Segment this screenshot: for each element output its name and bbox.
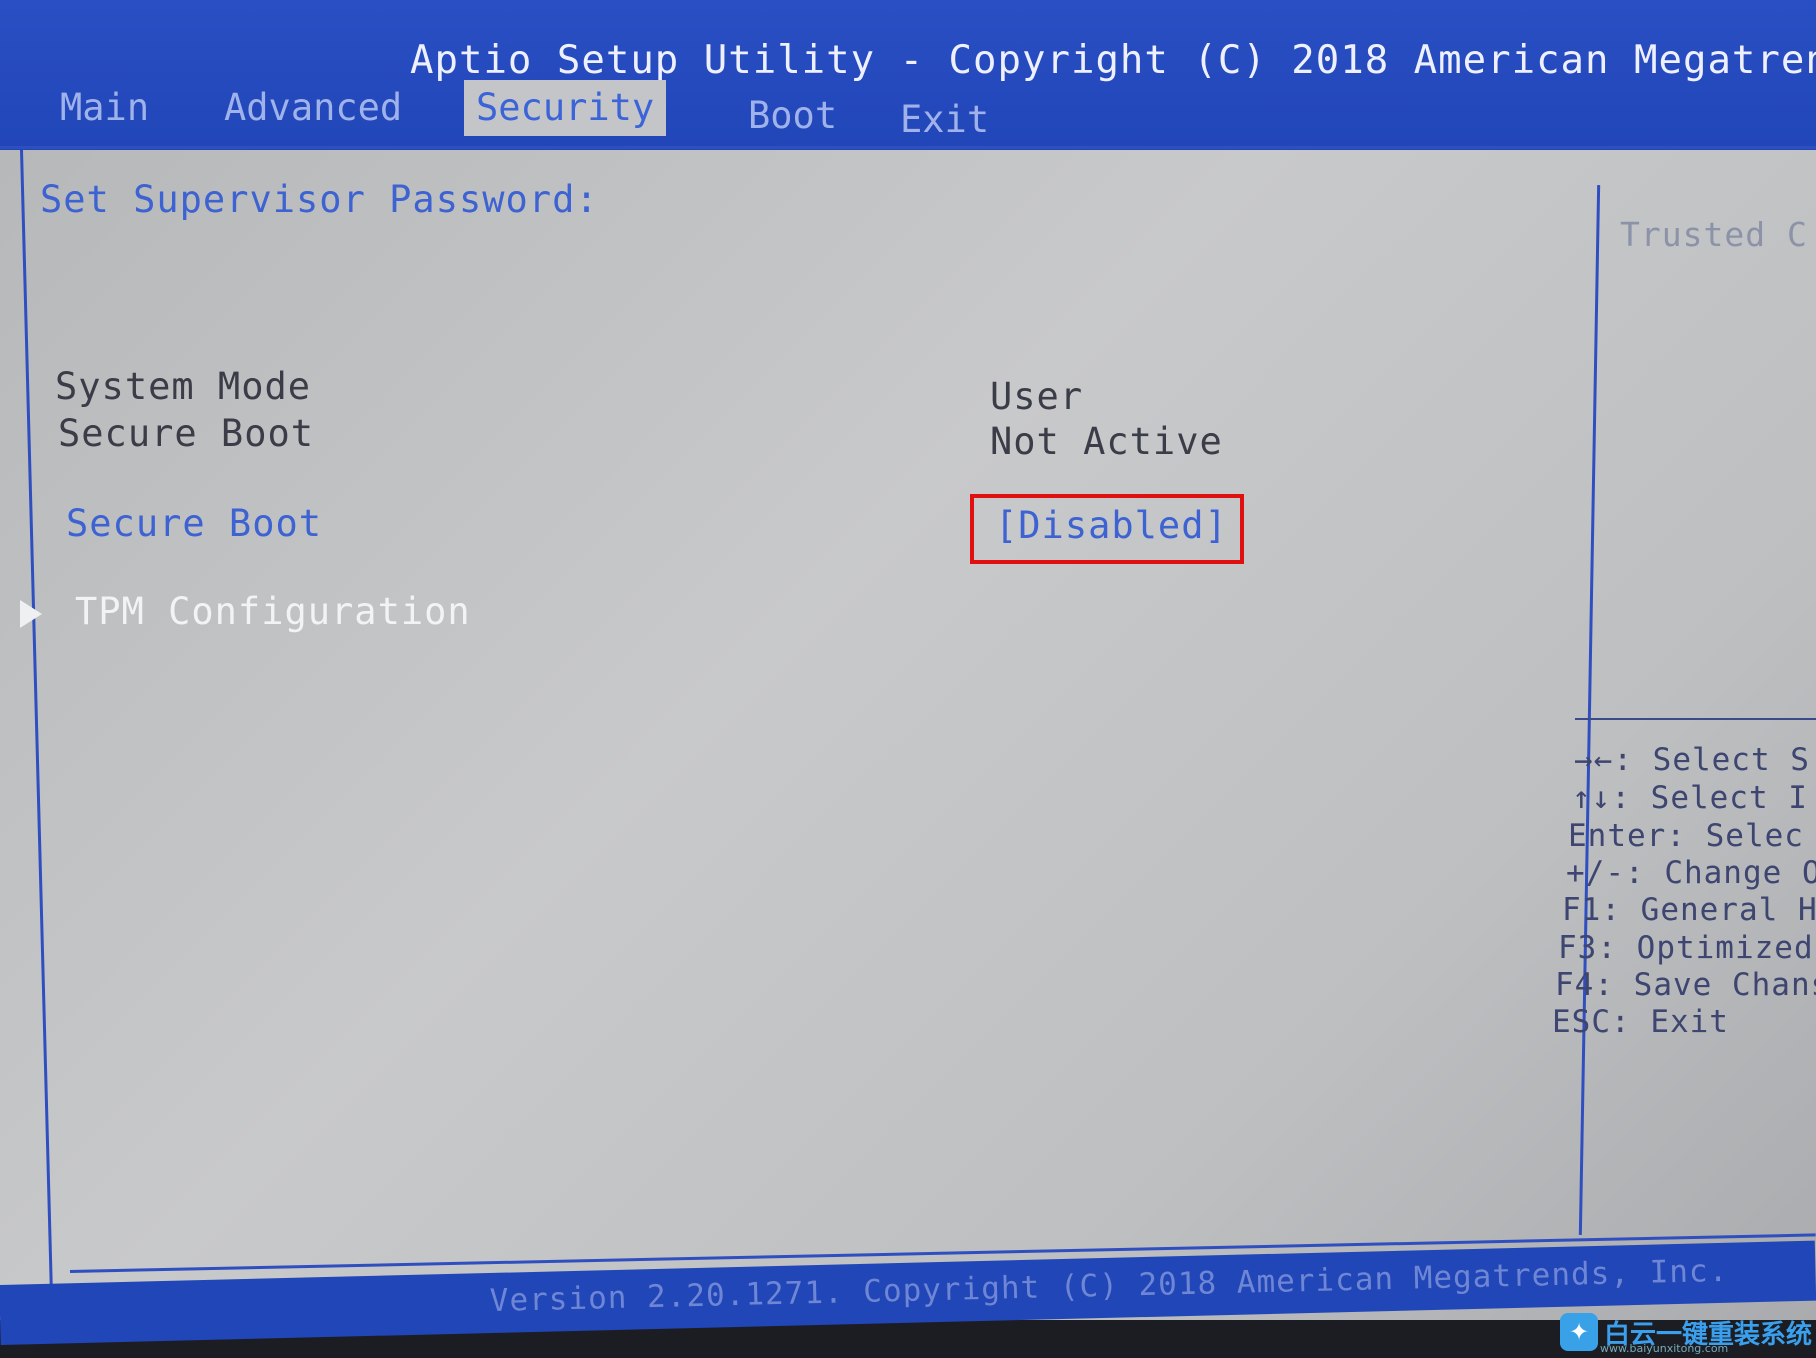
tpm-configuration-item[interactable]: TPM Configuration: [75, 590, 471, 633]
help-key-enter: Enter: Selec: [1568, 818, 1804, 854]
tab-main[interactable]: Main: [48, 80, 161, 136]
submenu-arrow-icon: [20, 600, 42, 628]
tab-security[interactable]: Security: [464, 80, 667, 136]
help-key-select-item: ↑↓: Select I: [1572, 780, 1808, 816]
watermark-url: www.baiyunxitong.com: [1600, 1342, 1729, 1355]
header-divider: [0, 146, 1816, 149]
system-mode-value: User: [990, 375, 1084, 418]
system-mode-label: System Mode: [55, 365, 312, 408]
tab-boot[interactable]: Boot: [736, 88, 849, 144]
highlight-box: [970, 494, 1244, 564]
help-key-f4: F4: Save Chans: [1555, 967, 1816, 1003]
secure-boot-status-label: Secure Boot: [58, 412, 315, 455]
app-title: Aptio Setup Utility - Copyright (C) 2018…: [410, 38, 1816, 83]
bird-icon: ✦: [1560, 1313, 1598, 1351]
header-bar: Aptio Setup Utility - Copyright (C) 2018…: [0, 0, 1816, 150]
help-key-change: +/-: Change O: [1566, 855, 1816, 891]
help-key-f3: F3: Optimized: [1558, 930, 1814, 966]
tab-exit[interactable]: Exit: [888, 92, 1001, 148]
help-key-esc: ESC: Exit: [1552, 1004, 1729, 1040]
secure-boot-setting-label[interactable]: Secure Boot: [66, 502, 322, 545]
tab-advanced[interactable]: Advanced: [212, 80, 414, 136]
help-key-f1: F1: General H: [1562, 892, 1816, 928]
section-title: Set Supervisor Password:: [40, 178, 599, 221]
secure-boot-status-value: Not Active: [990, 420, 1223, 463]
help-separator: [1575, 718, 1816, 720]
bios-screen: Aptio Setup Utility - Copyright (C) 2018…: [0, 0, 1816, 1320]
left-border: [20, 149, 54, 1300]
help-description: Trusted C: [1620, 215, 1808, 254]
help-key-select-screen: →←: Select S: [1574, 742, 1810, 778]
help-panel-divider: [1578, 185, 1601, 1235]
